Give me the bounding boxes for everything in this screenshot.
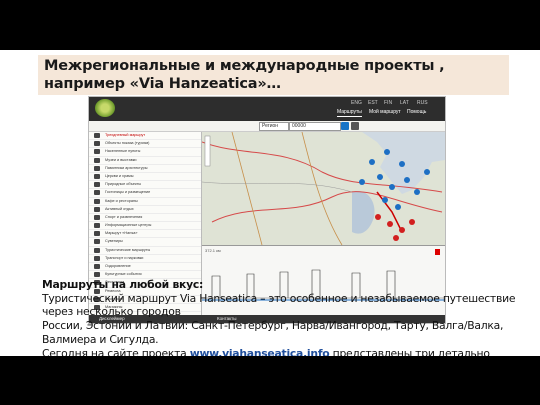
nav-routes[interactable]: Маршруты	[337, 109, 362, 117]
panel-item-label: Гостиницы и размещение	[105, 190, 151, 195]
category-icon	[94, 255, 100, 261]
category-icon	[94, 157, 100, 163]
map-toolbar: Регион 00000	[89, 121, 445, 132]
category-icon	[94, 173, 100, 179]
slide-title: Межрегиональные и международные проекты …	[44, 58, 445, 92]
panel-item[interactable]: Сувениры	[89, 238, 201, 247]
category-icon	[94, 133, 100, 138]
panel-item[interactable]: Объекты показа (туризм)	[89, 140, 201, 149]
panel-item-label: Спорт и развлечения	[105, 214, 143, 219]
category-icon	[94, 239, 100, 245]
nav-my-route[interactable]: Мой маршрут	[369, 109, 401, 115]
category-icon	[94, 149, 100, 155]
caption: Маршруты на любой вкус: Туристический ма…	[42, 278, 522, 356]
lang-rus[interactable]: RUS	[417, 100, 428, 106]
region-select[interactable]: Регион	[259, 122, 289, 131]
panel-item-label: Памятники архитектуры	[105, 165, 148, 170]
panel-item[interactable]: Церкви и храмы	[89, 173, 201, 182]
panel-item-label: Культурные события	[105, 272, 142, 277]
map-view[interactable]	[202, 132, 445, 245]
panel-item-label: Маршрут «Hansa»	[105, 231, 138, 236]
category-icon	[94, 264, 100, 269]
panel-item[interactable]: Трехдневный маршрут	[89, 132, 201, 141]
panel-item[interactable]: Туристические маршруты	[89, 247, 201, 255]
search-input[interactable]: 00000	[289, 122, 341, 131]
category-icon	[94, 165, 100, 171]
panel-item-label: Активный отдых	[105, 206, 134, 211]
panel-item[interactable]: Памятники архитектуры	[89, 165, 201, 173]
category-icon	[94, 223, 100, 229]
panel-item-label: Церкви и храмы	[105, 173, 134, 178]
nav-routes-label: Маршруты	[337, 109, 362, 115]
panel-item-label: Туристические маршруты	[105, 247, 151, 252]
panel-item[interactable]: Кафе и рестораны	[89, 198, 201, 206]
panel-item-label: Транспорт и парковки	[105, 255, 144, 260]
site-link[interactable]: www.viahanseatica.info	[190, 347, 330, 356]
lang-eng[interactable]: ENG	[351, 100, 362, 106]
panel-item-label: Природные объекты	[105, 182, 142, 187]
lang-fin[interactable]: FIN	[384, 100, 392, 106]
panel-item[interactable]: Населенные пункты	[89, 148, 201, 157]
category-icon	[94, 190, 100, 196]
search-button[interactable]	[341, 122, 349, 130]
category-icon	[94, 231, 100, 237]
caption-line-1: Туристический маршрут Via Hanseatica – э…	[42, 291, 516, 319]
panel-item-label: Населенные пункты	[105, 149, 141, 154]
caption-line-3-start: Сегодня на сайте проекта	[42, 346, 190, 356]
zoom-button[interactable]	[351, 122, 359, 130]
panel-item[interactable]: Оздоровление	[89, 263, 201, 272]
via-hanseatica-logo-icon[interactable]	[95, 99, 115, 117]
map-canvas	[202, 132, 445, 245]
panel-item-label: Музеи и выставки	[105, 157, 137, 162]
category-icon	[94, 247, 100, 253]
category-icon	[94, 141, 100, 147]
panel-item[interactable]: Активный отдых	[89, 206, 201, 214]
panel-item-label: Объекты показа (туризм)	[105, 141, 150, 146]
category-icon	[94, 198, 100, 204]
lang-est[interactable]: EST	[368, 100, 378, 106]
panel-item-label: Оздоровление	[105, 264, 131, 268]
category-icon	[94, 272, 100, 278]
caption-line-2: России, Эстонии и Латвии: Санкт-Петербур…	[42, 319, 504, 346]
panel-item-label: Трехдневный маршрут	[105, 133, 146, 137]
panel-item-label: Сувениры	[105, 239, 123, 244]
nav-help[interactable]: Помощь	[407, 109, 426, 115]
panel-item-label: Информационные центры	[105, 223, 152, 228]
panel-item[interactable]: Природные объекты	[89, 181, 201, 190]
site-header: ENG EST FIN LAT RUS Маршруты Мой маршрут…	[89, 97, 445, 121]
category-icon	[94, 206, 100, 212]
lang-lat[interactable]: LAT	[400, 100, 409, 106]
category-icon	[94, 214, 100, 220]
panel-item[interactable]: Гостиницы и размещение	[89, 189, 201, 198]
panel-item[interactable]: Спорт и развлечения	[89, 214, 201, 223]
panel-item[interactable]: Транспорт и парковки	[89, 255, 201, 263]
category-icon	[94, 182, 100, 188]
panel-item[interactable]: Музеи и выставки	[89, 157, 201, 165]
caption-line-3: Сегодня на сайте проекта www.viahanseati…	[42, 347, 522, 356]
panel-item[interactable]: Маршрут «Hansa»	[89, 230, 201, 239]
caption-heading: Маршруты на любой вкус:	[42, 278, 204, 291]
panel-item[interactable]: Информационные центры	[89, 222, 201, 231]
panel-item-label: Кафе и рестораны	[105, 198, 138, 203]
slide: Межрегиональные и международные проекты …	[0, 50, 540, 356]
